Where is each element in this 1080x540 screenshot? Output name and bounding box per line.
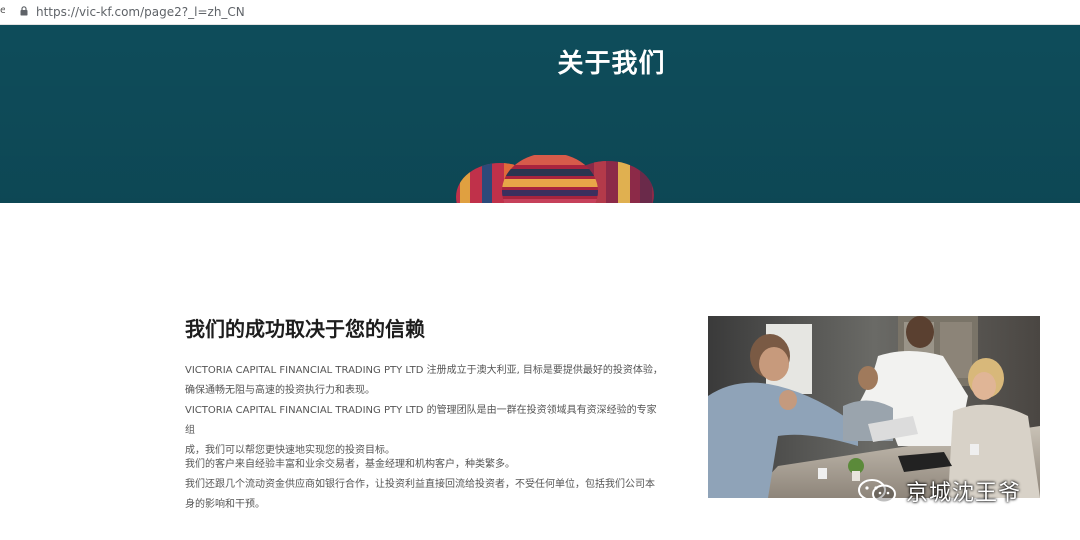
about-paragraph-1: VICTORIA CAPITAL FINANCIAL TRADING PTY L…	[185, 361, 665, 461]
paragraph-line: 身的影响和干预。	[185, 499, 265, 510]
paragraph-line: VICTORIA CAPITAL FINANCIAL TRADING PTY L…	[185, 405, 657, 436]
browser-address-bar[interactable]: e https://vic-kf.com/page2?_l=zh_CN	[0, 0, 1080, 25]
section-heading: 我们的成功取决于您的信赖	[185, 317, 425, 341]
hero-banner: 关于我们	[0, 25, 1080, 203]
paragraph-line: 我们的客户来自经验丰富和业余交易者，基金经理和机构客户，种类繁多。	[185, 459, 515, 470]
url-text[interactable]: https://vic-kf.com/page2?_l=zh_CN	[36, 4, 245, 20]
hot-air-balloons-image	[456, 155, 654, 203]
page-title: 关于我们	[557, 49, 666, 79]
wechat-watermark: 京城沈王爷	[856, 476, 1021, 506]
watermark-text: 京城沈王爷	[906, 481, 1022, 506]
paragraph-line: 确保通畅无阻与高速的投资执行力和表现。	[185, 385, 375, 396]
address-bar-edge-glyph: e	[0, 5, 5, 16]
business-team-handshake-photo	[708, 316, 1040, 498]
paragraph-line: 我们还跟几个流动资金供应商如银行合作，让投资利益直接回流给投资者，不受任何单位，…	[185, 479, 655, 490]
paragraph-line: VICTORIA CAPITAL FINANCIAL TRADING PTY L…	[185, 365, 663, 376]
wechat-icon	[858, 479, 896, 504]
about-paragraph-2: 我们的客户来自经验丰富和业余交易者，基金经理和机构客户，种类繁多。 我们还跟几个…	[185, 455, 665, 515]
lock-icon	[20, 6, 28, 16]
